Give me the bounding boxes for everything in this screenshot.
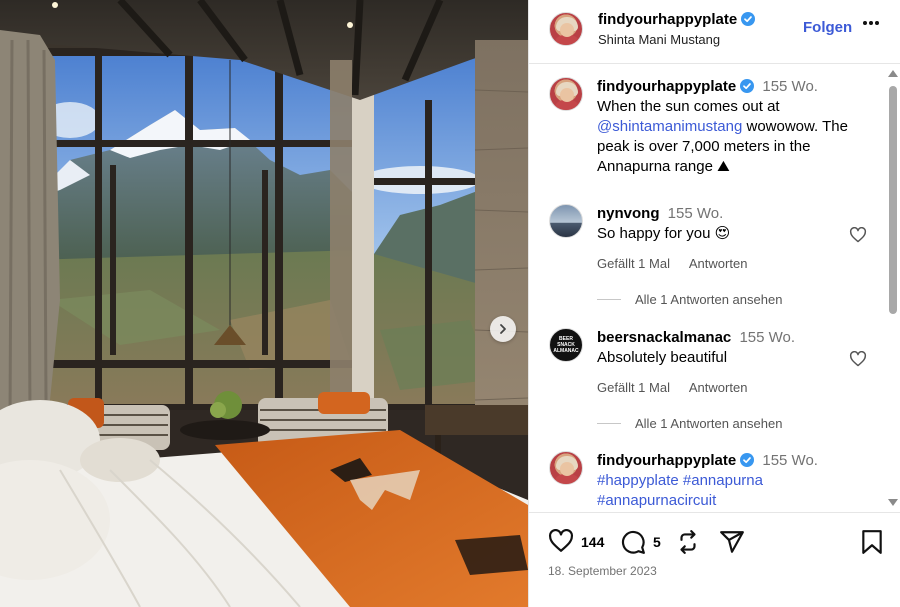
- scroll-down-arrow-icon[interactable]: [888, 499, 898, 506]
- comment-text: Absolutely beautiful: [597, 349, 728, 366]
- caption-text-part: When the sun comes out at: [597, 98, 780, 115]
- comment-time[interactable]: 155 Wo.: [668, 205, 724, 222]
- view-replies-label: Alle 1 Antworten ansehen: [635, 292, 783, 307]
- comment-icon[interactable]: [620, 529, 646, 555]
- hotel-room-image: [0, 0, 528, 607]
- carousel-next-button[interactable]: [490, 316, 516, 342]
- scroll-up-arrow-icon[interactable]: [888, 70, 898, 77]
- more-options-icon[interactable]: [862, 20, 880, 26]
- share-icon[interactable]: [719, 529, 745, 555]
- reply-button[interactable]: Antworten: [689, 380, 748, 395]
- author-avatar[interactable]: [549, 12, 583, 46]
- repost-icon[interactable]: [675, 529, 701, 555]
- reply-button[interactable]: Antworten: [689, 256, 748, 271]
- scroll-thumb[interactable]: [889, 86, 897, 314]
- comments-scrollbar[interactable]: [887, 66, 899, 510]
- post-photo[interactable]: [0, 0, 528, 607]
- like-count[interactable]: 144: [581, 534, 604, 550]
- commenter-username[interactable]: nynvong: [597, 205, 660, 222]
- comment-time[interactable]: 155 Wo.: [762, 452, 818, 469]
- verified-badge-icon: [741, 12, 756, 26]
- comment-like-heart-icon[interactable]: [849, 351, 867, 367]
- caption-time[interactable]: 155 Wo.: [762, 78, 818, 95]
- caption-text: When the sun comes out at @shintamanimus…: [597, 97, 867, 177]
- post-side-panel: findyourhappyplate Shinta Mani Mustang F…: [528, 0, 900, 607]
- comment-meta: Gefällt 1 Mal Antworten: [597, 256, 763, 271]
- view-replies-label: Alle 1 Antworten ansehen: [635, 416, 783, 431]
- post-location[interactable]: Shinta Mani Mustang: [598, 32, 720, 47]
- commenter-avatar[interactable]: [549, 204, 583, 238]
- follow-button[interactable]: Folgen: [803, 19, 852, 36]
- comment-text: So happy for you 😍: [597, 225, 731, 242]
- author-avatar[interactable]: [549, 77, 583, 111]
- comment-likes[interactable]: Gefällt 1 Mal: [597, 380, 670, 395]
- author-avatar[interactable]: [549, 451, 583, 485]
- mountain-emoji: ⛰: [717, 158, 730, 175]
- commenter-username[interactable]: findyourhappyplate: [597, 452, 736, 469]
- post-actions-bar: 144 5 18. September 2023: [529, 512, 900, 607]
- commenter-avatar[interactable]: BEER SNACK ALMANAC: [549, 328, 583, 362]
- commenter-username[interactable]: beersnackalmanac: [597, 329, 731, 346]
- heart-icon[interactable]: [548, 529, 574, 553]
- caption-mention-link[interactable]: @shintamanimustang: [597, 118, 742, 135]
- comment-like-heart-icon[interactable]: [849, 227, 867, 243]
- replies-divider: [597, 299, 621, 300]
- comments-list[interactable]: findyourhappyplate 155 Wo. When the sun …: [529, 65, 885, 512]
- comment-time[interactable]: 155 Wo.: [739, 329, 795, 346]
- post-date[interactable]: 18. September 2023: [548, 564, 657, 578]
- verified-badge-icon: [740, 79, 755, 93]
- replies-divider: [597, 423, 621, 424]
- comment-likes[interactable]: Gefällt 1 Mal: [597, 256, 670, 271]
- verified-badge-icon: [740, 453, 755, 467]
- view-replies-button[interactable]: Alle 1 Antworten ansehen: [597, 416, 782, 431]
- caption-username[interactable]: findyourhappyplate: [597, 78, 736, 95]
- post-header: findyourhappyplate Shinta Mani Mustang F…: [529, 0, 900, 64]
- comment-meta: Gefällt 1 Mal Antworten: [597, 380, 763, 395]
- bookmark-icon[interactable]: [861, 529, 883, 555]
- author-username[interactable]: findyourhappyplate: [598, 11, 756, 28]
- comment-count[interactable]: 5: [653, 534, 661, 550]
- avatar-logo-text: BEER SNACK ALMANAC: [553, 336, 579, 354]
- chevron-right-icon: [500, 324, 506, 334]
- view-replies-button[interactable]: Alle 1 Antworten ansehen: [597, 292, 782, 307]
- hashtag-links[interactable]: #happyplate #annapurna #annapurnacircuit: [597, 471, 867, 511]
